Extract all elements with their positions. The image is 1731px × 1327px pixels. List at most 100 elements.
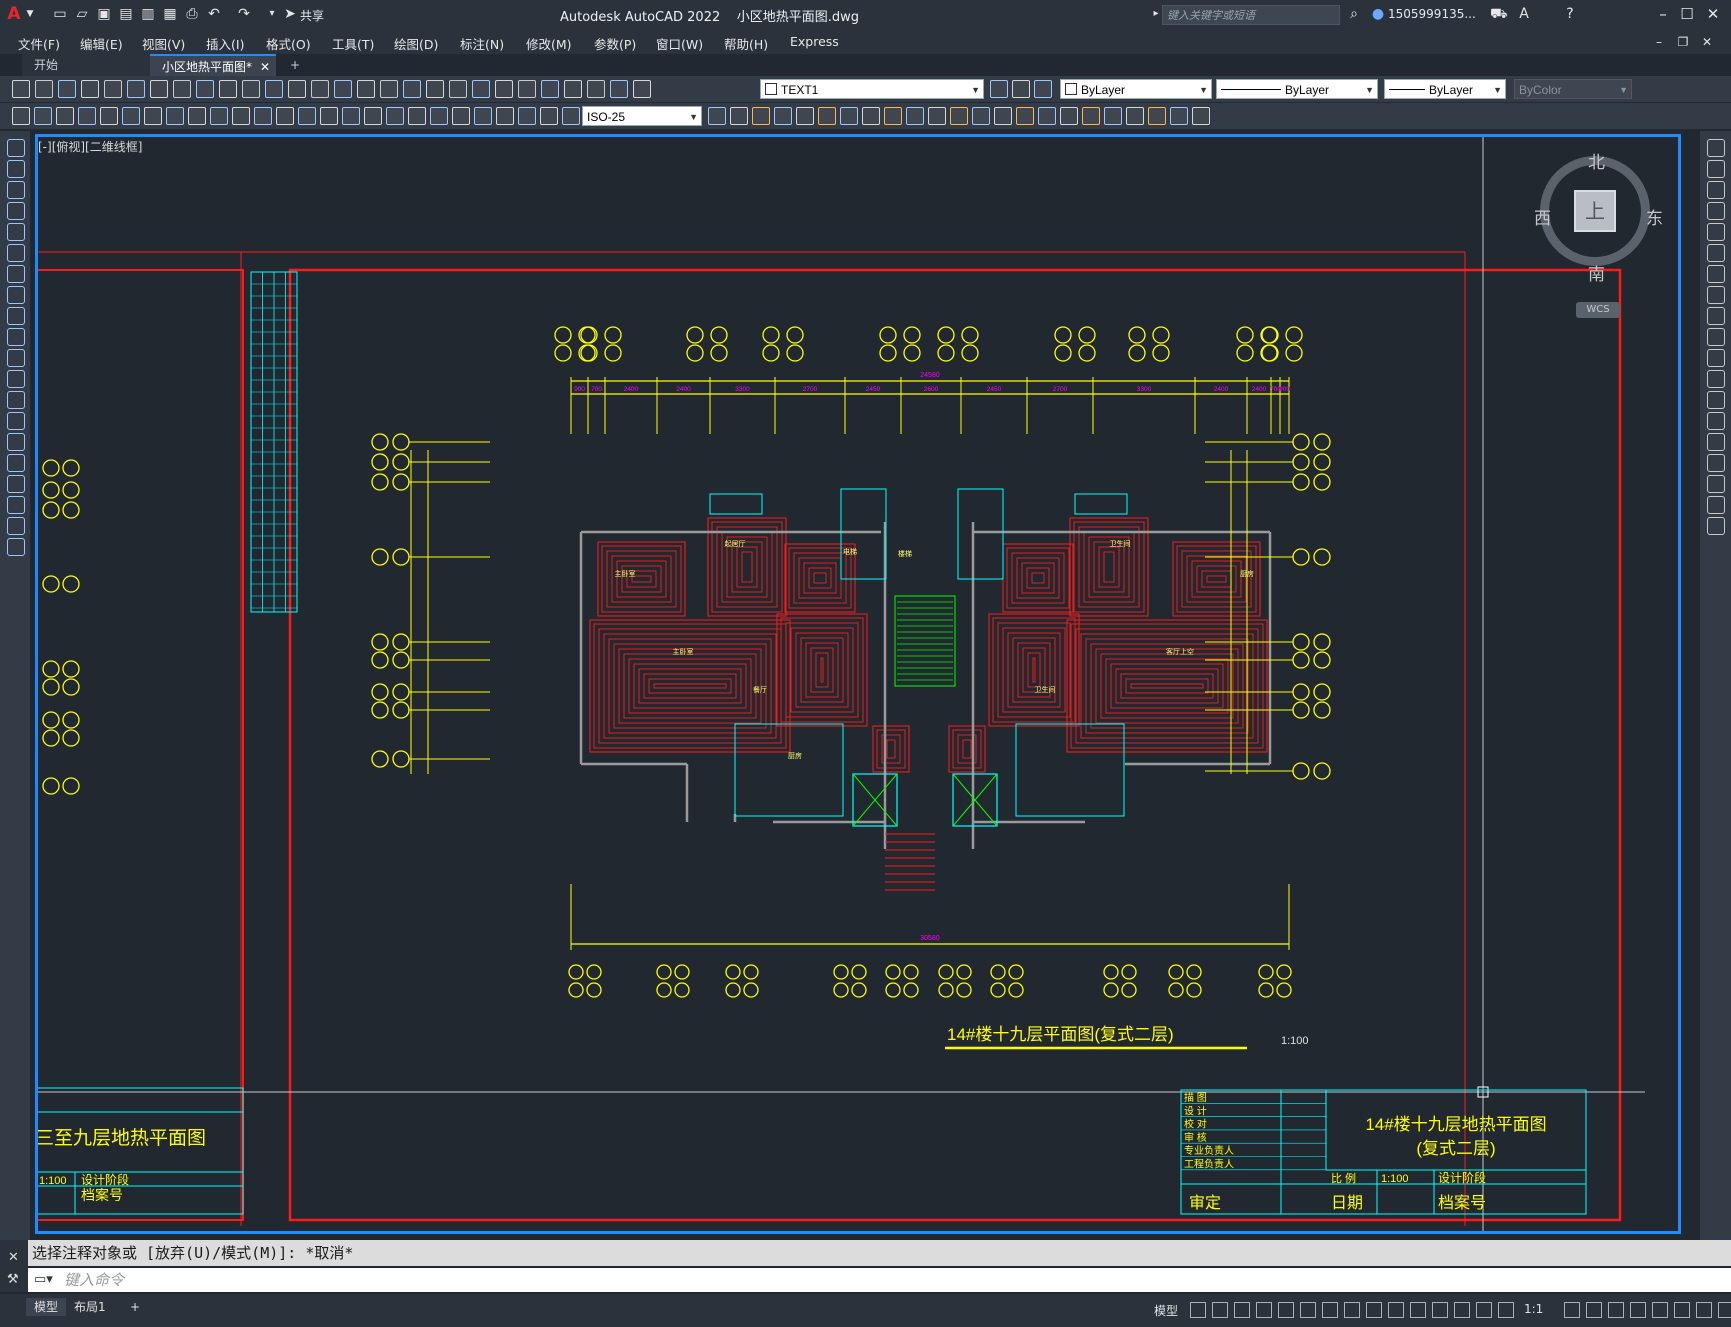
palette-tool-icon[interactable] <box>1707 139 1725 157</box>
customize-qat-icon[interactable]: ▾ <box>264 6 280 22</box>
palette-tool-icon[interactable] <box>7 160 25 178</box>
palette-tool-icon[interactable] <box>7 370 25 388</box>
palette-tool-icon[interactable] <box>1707 496 1725 514</box>
palette-tool-icon[interactable] <box>1707 412 1725 430</box>
compass-east[interactable]: 东 <box>1646 204 1663 229</box>
toolbar-tool-icon[interactable] <box>342 107 360 125</box>
status-toggle-icon[interactable] <box>1344 1302 1360 1318</box>
model-space-button[interactable]: 模型 <box>1154 1302 1178 1319</box>
toolbar-tool-icon[interactable] <box>288 80 306 98</box>
palette-tool-icon[interactable] <box>7 328 25 346</box>
share-icon[interactable]: ➤ <box>282 6 298 22</box>
palette-tool-icon[interactable] <box>1707 433 1725 451</box>
status-toggle-icon[interactable] <box>1652 1302 1668 1318</box>
lineweight-dropdown[interactable]: ByLayer ▼ <box>1384 79 1506 99</box>
new-tab-button[interactable]: + <box>284 54 308 76</box>
close-icon[interactable]: ✕ <box>8 1250 19 1265</box>
palette-tool-icon[interactable] <box>7 244 25 262</box>
maximize-button[interactable]: ☐ <box>1676 4 1698 24</box>
export-icon[interactable]: ▦ <box>162 6 178 22</box>
toolbar-tool-icon[interactable] <box>472 80 490 98</box>
dimstyle-dropdown[interactable]: ISO-25 ▼ <box>582 106 702 126</box>
toolbar-tool-icon[interactable] <box>210 107 228 125</box>
linetype-dropdown[interactable]: ByLayer ▼ <box>1216 79 1378 99</box>
layout-tab-model[interactable]: 模型 <box>26 1298 67 1316</box>
toolbar-tool-icon[interactable] <box>633 80 651 98</box>
toolbar-tool-icon[interactable] <box>730 107 748 125</box>
menu-edit[interactable]: 编辑(E) <box>80 34 123 53</box>
new-file-icon[interactable]: ▭ <box>52 6 68 22</box>
status-toggle-icon[interactable] <box>1696 1302 1712 1318</box>
viewcube-top-face[interactable]: 上 <box>1574 190 1616 232</box>
toolbar-tool-icon[interactable] <box>1016 107 1034 125</box>
status-toggle-icon[interactable] <box>1498 1302 1514 1318</box>
toolbar-tool-icon[interactable] <box>840 107 858 125</box>
user-name[interactable]: 1505999135... <box>1388 7 1476 21</box>
toolbar-tool-icon[interactable] <box>1192 107 1210 125</box>
layer-dropdown[interactable]: TEXT1 ▼ <box>760 79 984 99</box>
palette-tool-icon[interactable] <box>7 496 25 514</box>
undo-icon[interactable]: ↶ <box>206 6 222 22</box>
toolbar-tool-icon[interactable] <box>357 80 375 98</box>
status-toggle-icon[interactable] <box>1674 1302 1690 1318</box>
open-file-icon[interactable]: ▱ <box>74 6 90 22</box>
toolbar-tool-icon[interactable] <box>518 107 536 125</box>
compass-south[interactable]: 南 <box>1588 260 1605 285</box>
palette-tool-icon[interactable] <box>1707 307 1725 325</box>
wcs-menu-button[interactable]: WCS <box>1576 302 1620 318</box>
toolbar-tool-icon[interactable] <box>35 80 53 98</box>
toolbar-tool-icon[interactable] <box>1060 107 1078 125</box>
toolbar-tool-icon[interactable] <box>56 107 74 125</box>
toolbar-tool-icon[interactable] <box>219 80 237 98</box>
toolbar-tool-icon[interactable] <box>496 107 514 125</box>
toolbar-tool-icon[interactable] <box>320 107 338 125</box>
toolbar-tool-icon[interactable] <box>950 107 968 125</box>
toolbar-tool-icon[interactable] <box>495 80 513 98</box>
status-toggle-icon[interactable] <box>1388 1302 1404 1318</box>
palette-tool-icon[interactable] <box>1707 517 1725 535</box>
toolbar-tool-icon[interactable] <box>1126 107 1144 125</box>
share-label[interactable]: 共享 <box>300 7 324 24</box>
command-line-grip[interactable]: ✕ ⚒ <box>0 1240 28 1292</box>
menu-format[interactable]: 格式(O) <box>266 34 311 53</box>
toolbar-tool-icon[interactable] <box>708 107 726 125</box>
toolbar-tool-icon[interactable] <box>796 107 814 125</box>
status-toggle-icon[interactable] <box>1190 1302 1206 1318</box>
palette-tool-icon[interactable] <box>7 538 25 556</box>
toolbar-tool-icon[interactable] <box>972 107 990 125</box>
toolbar-tool-icon[interactable] <box>58 80 76 98</box>
menu-insert[interactable]: 插入(I) <box>206 34 244 53</box>
palette-tool-icon[interactable] <box>1707 202 1725 220</box>
status-toggle-icon[interactable] <box>1410 1302 1426 1318</box>
toolbar-tool-icon[interactable] <box>298 107 316 125</box>
plot-icon[interactable]: ⎙ <box>184 6 200 22</box>
palette-tool-icon[interactable] <box>7 181 25 199</box>
toolbar-tool-icon[interactable] <box>100 107 118 125</box>
toolbar-tool-icon[interactable] <box>884 107 902 125</box>
autodesk-app-icon[interactable]: A <box>1516 6 1532 22</box>
toolbar-tool-icon[interactable] <box>12 107 30 125</box>
tab-close-icon[interactable]: ✕ <box>260 56 270 78</box>
toolbar-tool-icon[interactable] <box>311 80 329 98</box>
toolbar-tool-icon[interactable] <box>265 80 283 98</box>
save-icon[interactable]: ▣ <box>96 6 112 22</box>
status-toggle-icon[interactable] <box>1300 1302 1316 1318</box>
status-toggle-icon[interactable] <box>1366 1302 1382 1318</box>
menu-modify[interactable]: 修改(M) <box>526 34 572 53</box>
tab-drawing[interactable]: 小区地热平面图* ✕ <box>150 54 276 76</box>
toolbar-tool-icon[interactable] <box>242 80 260 98</box>
plotstyle-dropdown[interactable]: ByColor ▼ <box>1514 79 1632 99</box>
toolbar-tool-icon[interactable] <box>386 107 404 125</box>
search-input[interactable]: 键入关键字或短语 <box>1162 5 1340 25</box>
toolbar-tool-icon[interactable] <box>1104 107 1122 125</box>
toolbar-tool-icon[interactable] <box>752 107 770 125</box>
toolbar-tool-icon[interactable] <box>254 107 272 125</box>
doc-restore-button[interactable]: ❐ <box>1672 32 1694 52</box>
status-toggle-icon[interactable] <box>1212 1302 1228 1318</box>
palette-tool-icon[interactable] <box>1707 223 1725 241</box>
palette-tool-icon[interactable] <box>1707 181 1725 199</box>
toolbar-tool-icon[interactable] <box>540 107 558 125</box>
toolbar-tool-icon[interactable] <box>34 107 52 125</box>
palette-tool-icon[interactable] <box>1707 244 1725 262</box>
palette-tool-icon[interactable] <box>1707 370 1725 388</box>
